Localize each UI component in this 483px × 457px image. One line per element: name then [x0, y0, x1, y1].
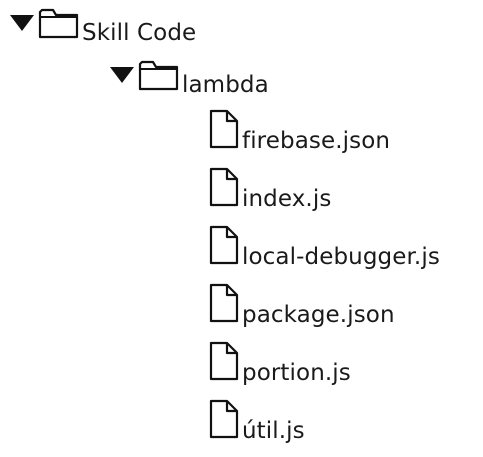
file-label[interactable]: portion.js: [242, 362, 351, 385]
tree-file-local-debugger-js[interactable]: local-debugger.js: [208, 224, 440, 274]
file-label[interactable]: útil.js: [242, 420, 305, 443]
file-icon: [208, 108, 240, 150]
file-icon: [208, 224, 240, 266]
file-label[interactable]: package.json: [242, 304, 395, 327]
folder-icon: [38, 6, 80, 40]
file-icon: [208, 282, 240, 324]
tree-file-package-json[interactable]: package.json: [208, 282, 395, 332]
tree-file-portion-js[interactable]: portion.js: [208, 340, 351, 390]
caret-down-icon[interactable]: [108, 62, 136, 88]
file-label[interactable]: firebase.json: [242, 130, 390, 153]
tree-file-firebase-json[interactable]: firebase.json: [208, 108, 390, 158]
file-icon: [208, 166, 240, 208]
file-label[interactable]: local-debugger.js: [242, 246, 440, 269]
folder-label[interactable]: lambda: [182, 74, 269, 97]
folder-label[interactable]: Skill Code: [82, 22, 196, 45]
tree-folder-skill-code[interactable]: Skill Code: [8, 6, 196, 56]
file-icon: [208, 340, 240, 382]
tree-folder-lambda[interactable]: lambda: [108, 58, 269, 108]
folder-icon: [138, 58, 180, 92]
tree-file-index-js[interactable]: index.js: [208, 166, 331, 216]
file-label[interactable]: index.js: [242, 188, 331, 211]
tree-file-util-js[interactable]: útil.js: [208, 398, 305, 448]
caret-down-icon[interactable]: [8, 10, 36, 36]
file-icon: [208, 398, 240, 440]
